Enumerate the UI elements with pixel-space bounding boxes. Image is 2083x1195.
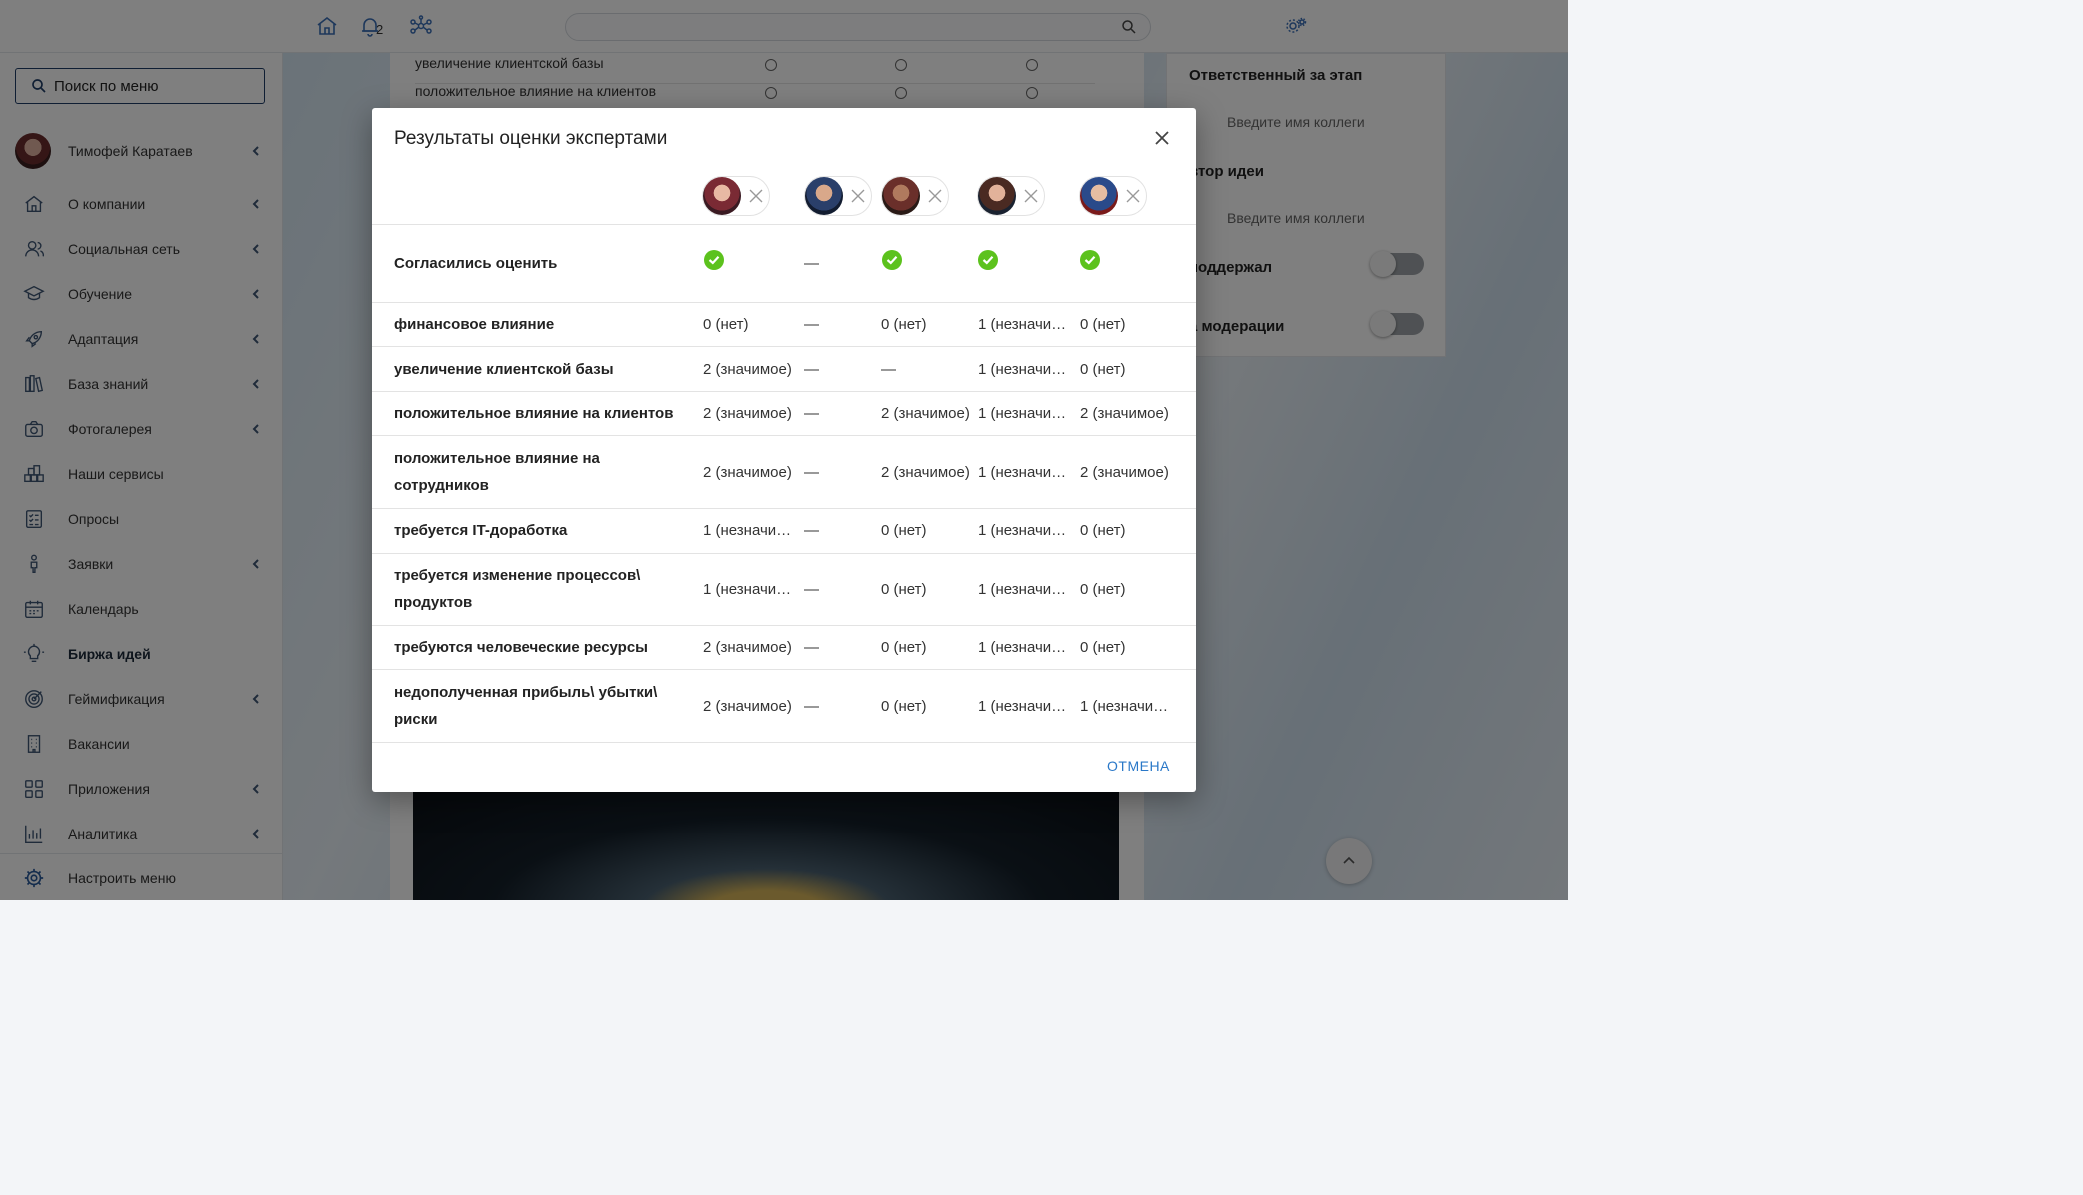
score-cell: 1 (незначи… bbox=[978, 581, 1067, 598]
check-icon bbox=[978, 250, 998, 270]
score-cell: 0 (нет) bbox=[881, 581, 927, 598]
score-cell: 1 (незначи… bbox=[978, 698, 1067, 715]
score-cell: 2 (значимое) bbox=[703, 464, 792, 481]
remove-expert-icon[interactable] bbox=[849, 187, 867, 205]
score-cell: 2 (значимое) bbox=[1080, 464, 1169, 481]
score-cell: 0 (нет) bbox=[881, 698, 927, 715]
avatar bbox=[978, 177, 1016, 215]
avatar bbox=[882, 177, 920, 215]
score-cell: — bbox=[881, 361, 896, 378]
expert-chip bbox=[977, 176, 1045, 216]
score-cell: 1 (незначи… bbox=[978, 522, 1067, 539]
score-cell: 2 (значимое) bbox=[703, 639, 792, 656]
criterion-label: недополученная прибыль\ убытки\ риски bbox=[394, 684, 658, 728]
score-cell: 1 (незначи… bbox=[978, 639, 1067, 656]
divider bbox=[372, 553, 1196, 554]
remove-expert-icon[interactable] bbox=[747, 187, 765, 205]
score-cell: 1 (незначи… bbox=[1080, 698, 1169, 715]
avatar bbox=[805, 177, 843, 215]
score-cell: 1 (незначи… bbox=[978, 405, 1067, 422]
divider bbox=[372, 625, 1196, 626]
score-cell: 1 (незначи… bbox=[978, 316, 1067, 333]
remove-expert-icon[interactable] bbox=[1124, 187, 1142, 205]
divider bbox=[372, 391, 1196, 392]
divider bbox=[372, 742, 1196, 743]
criterion-label: требуются человеческие ресурсы bbox=[394, 639, 648, 656]
criterion-label: положительное влияние на клиентов bbox=[394, 405, 674, 422]
check-icon bbox=[1080, 250, 1100, 270]
agreed-label: Согласились оценить bbox=[394, 255, 558, 272]
score-cell: 2 (значимое) bbox=[703, 405, 792, 422]
score-cell: 1 (незначи… bbox=[703, 522, 792, 539]
criterion-label: требуется изменение процессов\ продуктов bbox=[394, 567, 641, 611]
divider bbox=[372, 508, 1196, 509]
expert-chip bbox=[804, 176, 872, 216]
expert-results-dialog: Результаты оценки экспертами Согласились… bbox=[372, 108, 1196, 792]
score-cell: 2 (значимое) bbox=[881, 405, 970, 422]
remove-expert-icon[interactable] bbox=[1022, 187, 1040, 205]
score-cell: — bbox=[804, 522, 819, 539]
score-cell: 0 (нет) bbox=[881, 639, 927, 656]
cancel-button[interactable]: ОТМЕНА bbox=[1107, 758, 1170, 774]
score-cell: 0 (нет) bbox=[1080, 316, 1126, 333]
criterion-label: требуется IT-доработка bbox=[394, 522, 568, 539]
score-cell: 2 (значимое) bbox=[703, 361, 792, 378]
score-cell: 1 (незначи… bbox=[978, 361, 1067, 378]
score-cell: — bbox=[804, 581, 819, 598]
score-cell: 0 (нет) bbox=[1080, 361, 1126, 378]
score-cell: — bbox=[804, 405, 819, 422]
score-cell: 0 (нет) bbox=[881, 316, 927, 333]
score-cell: 0 (нет) bbox=[1080, 581, 1126, 598]
score-cell: — bbox=[804, 464, 819, 481]
score-cell: — bbox=[804, 639, 819, 656]
dialog-title: Результаты оценки экспертами bbox=[394, 128, 668, 149]
agreed-dash: — bbox=[804, 255, 819, 272]
divider bbox=[372, 224, 1196, 225]
score-cell: 1 (незначи… bbox=[703, 581, 792, 598]
expert-chip bbox=[702, 176, 770, 216]
divider bbox=[372, 346, 1196, 347]
score-cell: 2 (значимое) bbox=[881, 464, 970, 481]
score-cell: 0 (нет) bbox=[1080, 522, 1126, 539]
score-cell: — bbox=[804, 316, 819, 333]
score-cell: — bbox=[804, 698, 819, 715]
check-icon bbox=[704, 250, 724, 270]
check-icon bbox=[882, 250, 902, 270]
score-cell: 1 (незначи… bbox=[978, 464, 1067, 481]
expert-chip bbox=[881, 176, 949, 216]
score-cell: 2 (значимое) bbox=[1080, 405, 1169, 422]
criterion-label: увеличение клиентской базы bbox=[394, 361, 614, 378]
score-cell: 2 (значимое) bbox=[703, 698, 792, 715]
avatar bbox=[703, 177, 741, 215]
score-cell: 0 (нет) bbox=[703, 316, 749, 333]
criterion-label: положительное влияние на сотрудников bbox=[394, 450, 600, 494]
score-cell: — bbox=[804, 361, 819, 378]
divider bbox=[372, 302, 1196, 303]
criterion-label: финансовое влияние bbox=[394, 316, 555, 333]
close-icon[interactable] bbox=[1152, 128, 1172, 148]
expert-chip bbox=[1079, 176, 1147, 216]
divider bbox=[372, 669, 1196, 670]
score-cell: 0 (нет) bbox=[1080, 639, 1126, 656]
remove-expert-icon[interactable] bbox=[926, 187, 944, 205]
avatar bbox=[1080, 177, 1118, 215]
score-cell: 0 (нет) bbox=[881, 522, 927, 539]
divider bbox=[372, 435, 1196, 436]
